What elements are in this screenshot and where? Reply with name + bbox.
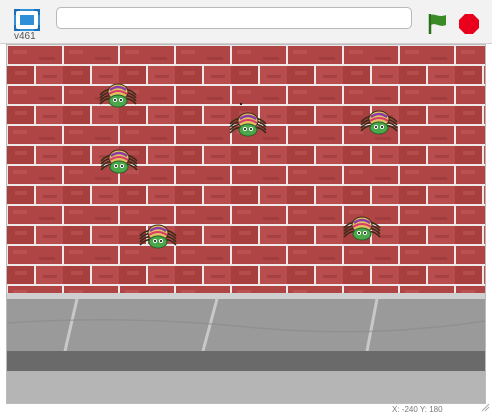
green-flag-icon[interactable]	[425, 11, 449, 35]
brick-wall	[7, 45, 485, 293]
project-title-input[interactable]	[56, 7, 412, 29]
dot-mark	[239, 102, 243, 106]
street	[7, 371, 485, 403]
stage-canvas[interactable]	[6, 44, 486, 404]
stop-sign-icon[interactable]	[458, 13, 480, 35]
stage-toolbar: v461	[0, 0, 492, 44]
curb-top	[7, 293, 485, 299]
sidewalk	[7, 299, 485, 351]
version-label: v461	[14, 31, 36, 42]
stage-backdrop	[7, 45, 485, 403]
resize-handle-icon[interactable]	[480, 403, 490, 412]
curb	[7, 351, 485, 371]
fullscreen-icon[interactable]	[14, 9, 40, 33]
mouse-coords-readout: X: -240 Y: 180	[392, 405, 443, 414]
